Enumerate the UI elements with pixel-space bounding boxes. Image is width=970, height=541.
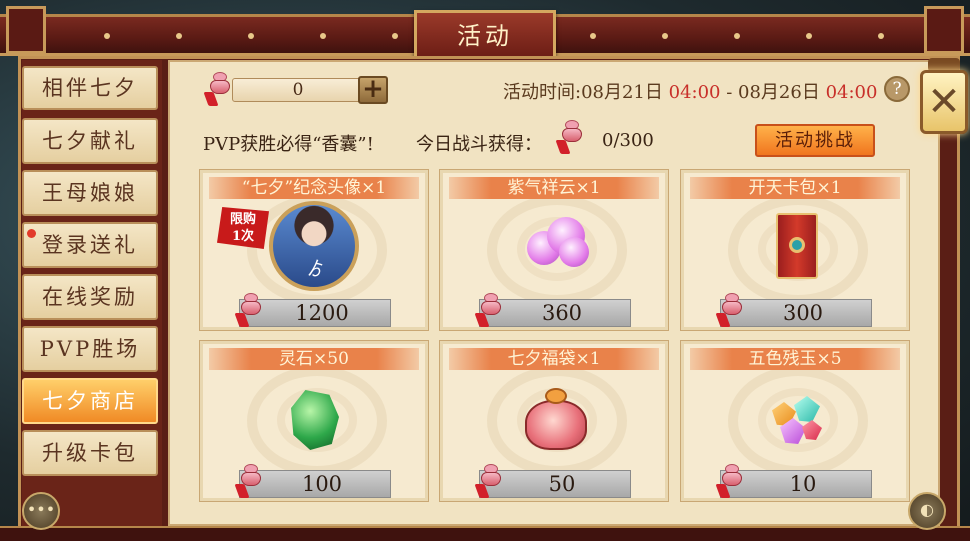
sidebar-item-qixi-shop[interactable]: 七夕商店 [22,378,158,424]
beam-stud [320,33,326,39]
sidebar-item-label: 相伴七夕 [42,76,138,100]
item-name: “七夕”纪念头像×1 [209,177,419,199]
page-title: 活动 [457,22,513,50]
bottom-beam [0,526,970,541]
limit-badge-text: 限购 1次 [229,212,256,244]
beam-stud [734,33,740,39]
portrait-glyph: ゟ [307,259,325,280]
help-icon[interactable]: ? [884,76,910,102]
beam-corner-right [924,6,964,54]
shop-item-spirit-stone[interactable]: 灵石×50 100 [199,340,429,502]
event-start-date: 08月21日 [581,82,663,103]
sidebar-item-qixi-gift[interactable]: 七夕献礼 [22,118,158,164]
today-count: 0/300 [602,130,654,151]
menu-scroll-icon[interactable]: ◐ [908,492,946,530]
sidebar-item-upgrade-pack[interactable]: 升级卡包 [22,430,158,476]
sachet-icon [715,464,748,500]
sidebar-item-pvp-wins[interactable]: PVP胜场 [22,326,158,372]
chat-icon[interactable]: ••• [22,492,60,530]
beam-stud [248,33,254,39]
shop-item-card-pack[interactable]: 开天卡包×1 300 [680,169,910,331]
sidebar-item-label: 登录送礼 [42,233,138,257]
event-end-date: 08月26日 [738,82,820,103]
beam-stud [392,33,398,39]
sidebar-item-label: 升级卡包 [42,441,138,465]
item-name: 七夕福袋×1 [449,348,659,370]
sidebar-item-online-reward[interactable]: 在线奖励 [22,274,158,320]
item-name: 五色残玉×5 [690,348,900,370]
sidebar-item-companion-qixi[interactable]: 相伴七夕 [22,66,158,110]
sachet-icon [474,293,507,329]
beam-stud [806,33,812,39]
item-name: 紫气祥云×1 [449,177,659,199]
sidebar-item-queen-mother[interactable]: 王母娘娘 [22,170,158,216]
today-label: 今日战斗获得： [416,134,542,155]
event-end-time: 04:00 [825,82,878,103]
shop-item-lucky-bag[interactable]: 七夕福袋×1 50 [439,340,669,502]
purple-cloud-icon [519,217,591,273]
lucky-bag-icon [523,388,589,452]
event-time-label: 活动时间: [503,82,582,103]
card-pack-icon [776,213,818,279]
currency-value: 0 [292,80,304,100]
sidebar-item-label: 七夕献礼 [42,129,138,153]
shop-item-commemorative-avatar[interactable]: “七夕”纪念头像×1 ゟ 限购 1次 1200 [199,169,429,331]
sidebar-item-label: PVP胜场 [39,337,141,361]
title-plate: 活动 [414,10,556,62]
game-screen: 活动 相伴七夕 七夕献礼 王母娘娘 登录送礼 在线奖励 PVP胜场 七夕商店 升… [0,0,970,541]
limit-badge: 限购 1次 [217,207,269,249]
sidebar-item-label: 王母娘娘 [42,181,138,205]
challenge-button[interactable]: 活动挑战 [755,124,875,157]
event-start-time: 04:00 [668,82,721,103]
sachet-icon [234,293,267,329]
beam-corner-left [6,6,46,54]
sidebar-item-login-gift[interactable]: 登录送礼 [22,222,158,268]
event-time: 活动时间:08月21日 04:00 - 08月26日 04:00 [503,78,877,104]
sachet-icon [474,464,507,500]
shop-item-purple-cloud[interactable]: 紫气祥云×1 360 [439,169,669,331]
item-name: 灵石×50 [209,348,419,370]
beam-stud [662,33,668,39]
shop-item-jade-fragments[interactable]: 五色残玉×5 10 [680,340,910,502]
pvp-notice: PVP获胜必得“香囊”! [203,134,374,155]
beam-stud [176,33,182,39]
avatar-portrait-icon: ゟ [269,201,359,291]
event-time-separator: - [720,82,739,103]
close-button[interactable]: ✕ [920,70,968,134]
sachet-icon [234,464,267,500]
jade-fragments-icon [772,396,824,446]
beam-stud [878,33,884,39]
sachet-icon [555,120,588,156]
beam-stud [104,33,110,39]
item-name: 开天卡包×1 [690,177,900,199]
sidebar-item-label: 七夕商店 [42,389,138,413]
sachet-icon [715,293,748,329]
add-currency-button[interactable]: + [358,76,388,104]
beam-stud [590,33,596,39]
notification-dot [27,229,36,238]
sidebar-item-label: 在线奖励 [42,285,138,309]
